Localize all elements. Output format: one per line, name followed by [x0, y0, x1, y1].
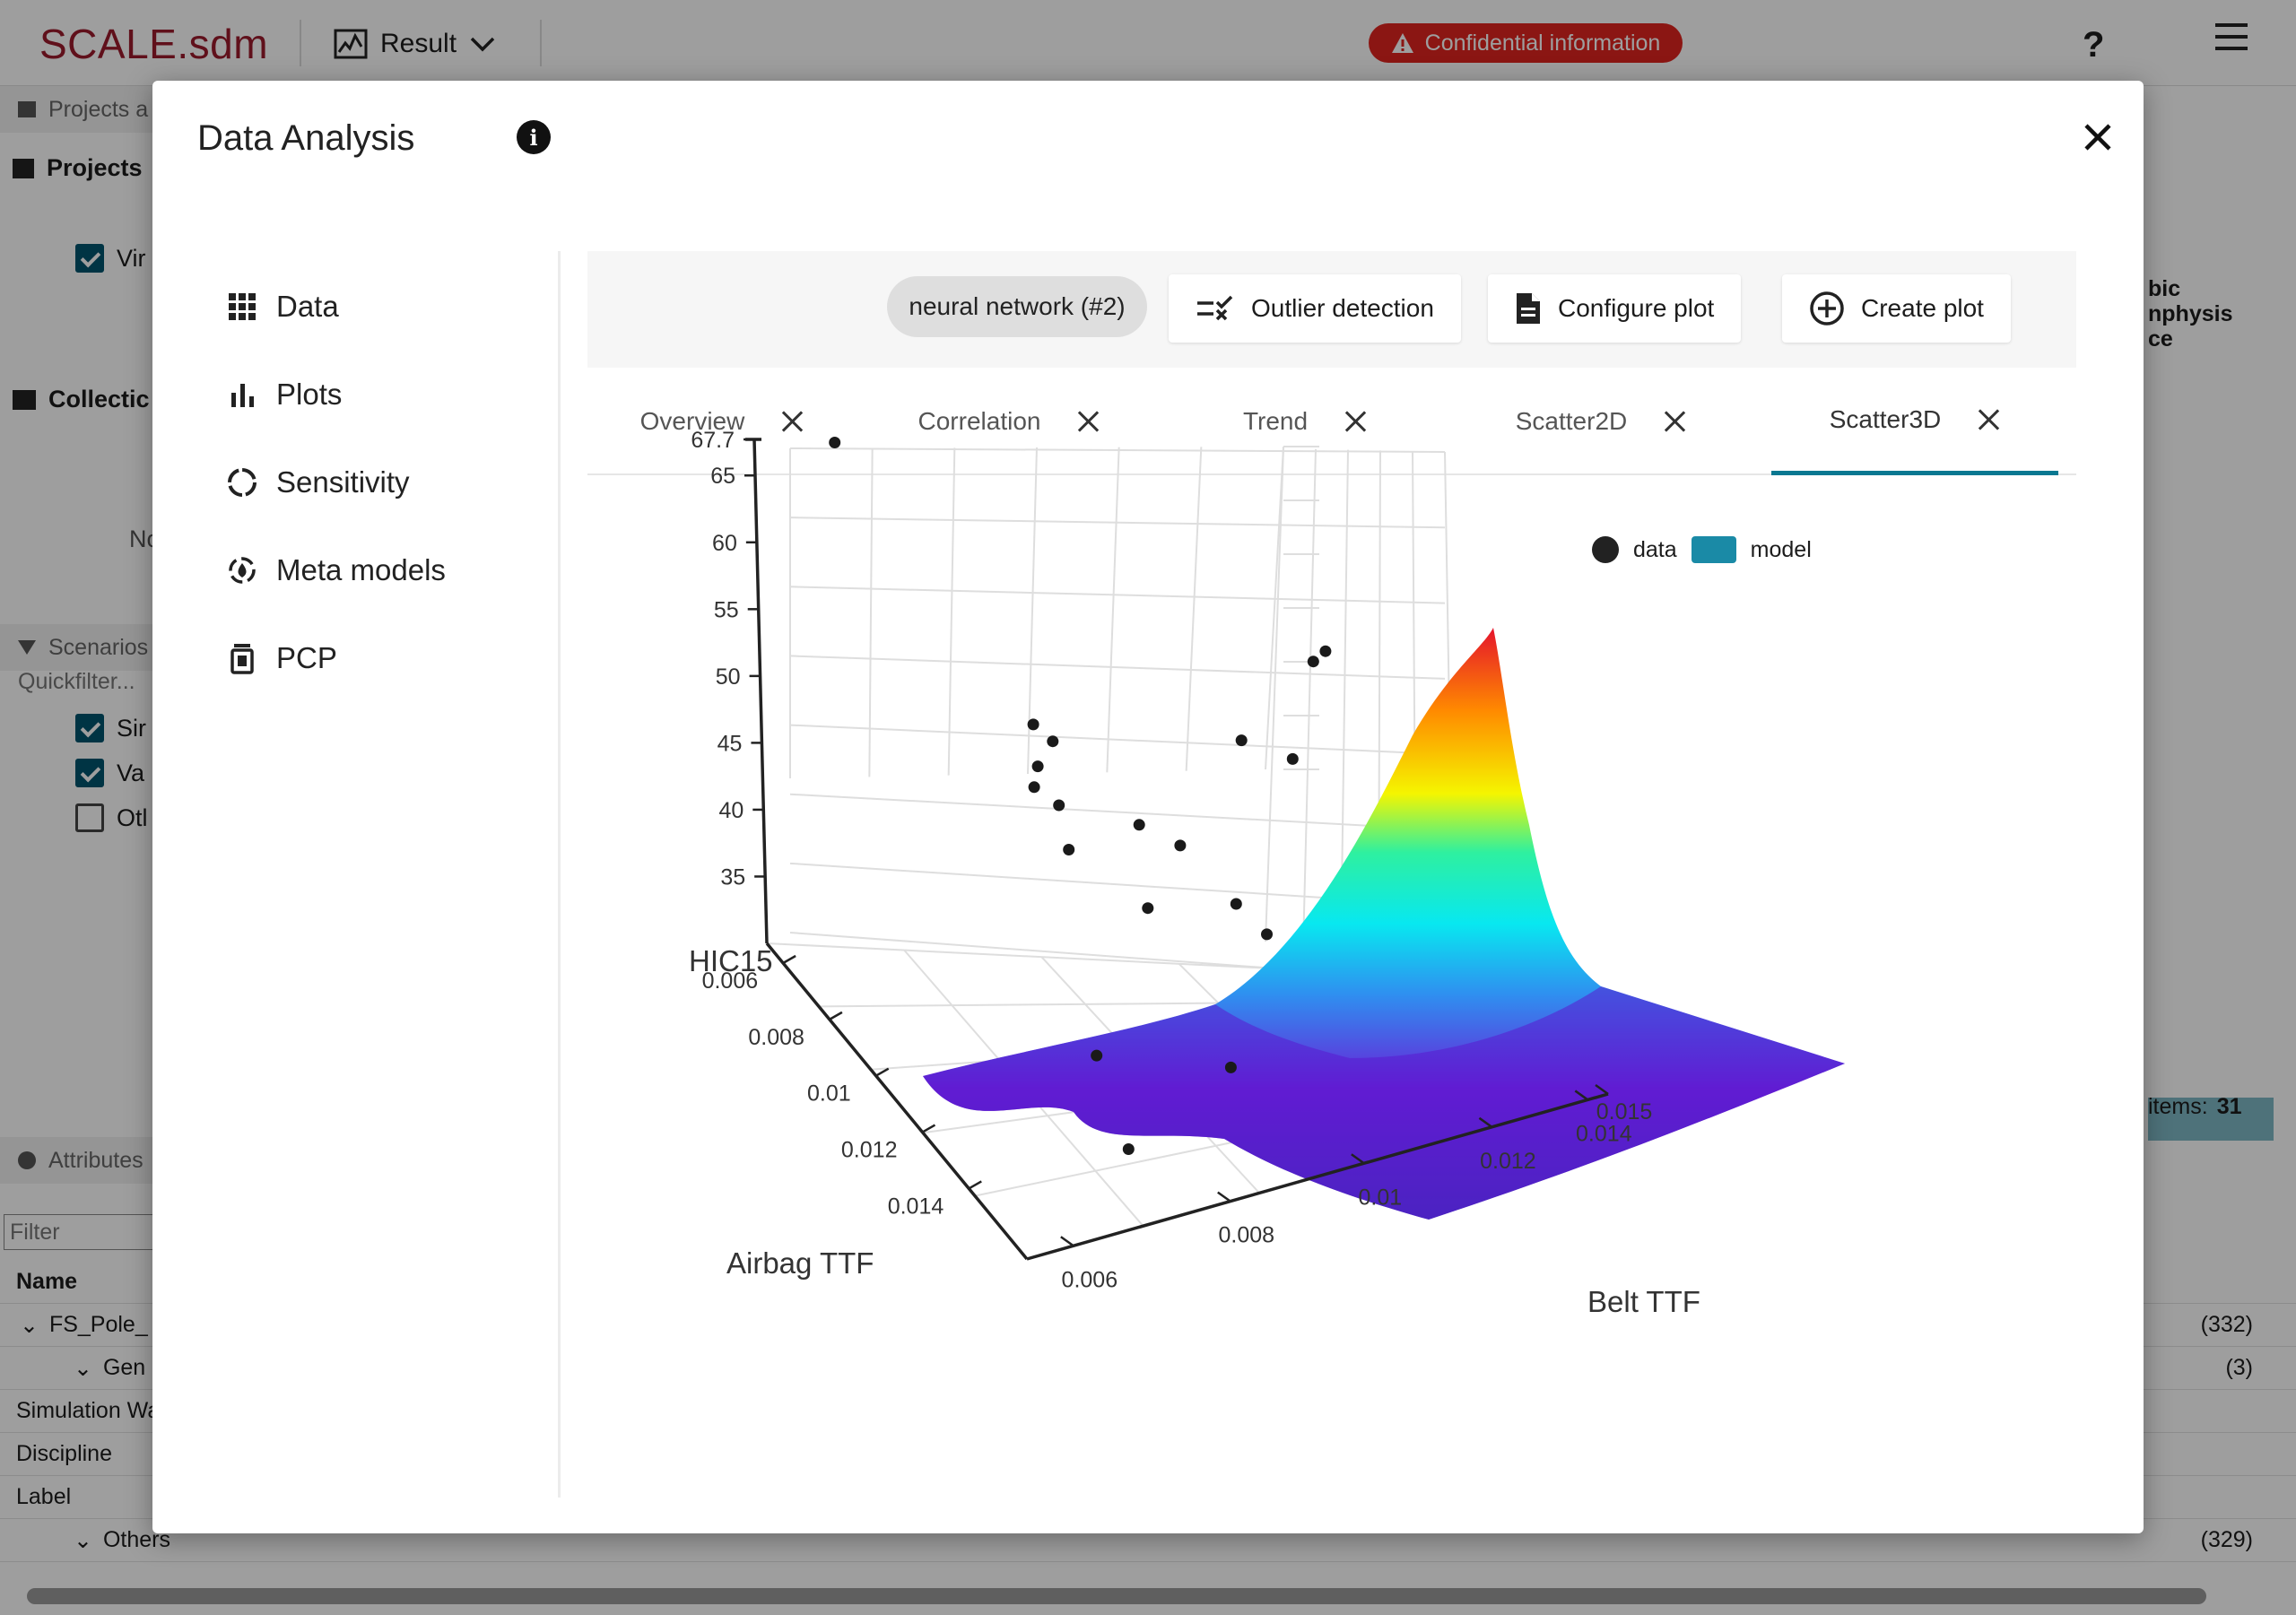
- data-point: [1063, 844, 1075, 855]
- grid-line: [1185, 447, 1203, 771]
- data-point: [1261, 928, 1273, 941]
- x-tick-mark: [968, 1180, 982, 1190]
- nav-item-data[interactable]: Data: [226, 280, 549, 334]
- data-point: [829, 437, 841, 448]
- y-tick-mark: [1217, 1191, 1231, 1203]
- legend-data-marker: [1592, 536, 1619, 563]
- nav-label: PCP: [276, 641, 337, 674]
- y-tick-label: 0.006: [1062, 1267, 1118, 1292]
- data-point: [1235, 734, 1248, 747]
- y-tick-label: 0.008: [1219, 1223, 1275, 1248]
- data-point: [1142, 902, 1154, 915]
- y-tick-label: 0.014: [1576, 1121, 1632, 1146]
- z-tick-label: 50: [716, 664, 741, 690]
- close-icon[interactable]: [2079, 118, 2117, 156]
- nav-label: Sensitivity: [276, 465, 410, 499]
- z-tick-label: 60: [712, 531, 737, 556]
- data-point: [1286, 752, 1299, 765]
- nav-label: Plots: [276, 378, 343, 411]
- x-tick-label: 0.008: [748, 1025, 804, 1050]
- grid-line: [789, 447, 1446, 453]
- grid-line: [1265, 447, 1284, 942]
- nav-item-pcp[interactable]: PCP: [226, 631, 549, 685]
- data-point: [1091, 1049, 1103, 1062]
- y-tick-label: 0.012: [1480, 1149, 1536, 1174]
- data-point: [1053, 799, 1065, 812]
- x-tick-label: 0.014: [888, 1194, 944, 1219]
- nav-label: Meta models: [276, 553, 446, 586]
- bar-chart-icon: [231, 384, 254, 407]
- grid-line: [947, 447, 956, 776]
- data-point: [1122, 1143, 1135, 1155]
- x-tick-label: 0.01: [807, 1081, 851, 1107]
- grid-line: [789, 655, 1446, 680]
- pcp-icon: [230, 644, 254, 674]
- x-axis-label: Airbag TTF: [726, 1246, 874, 1280]
- grid-line: [1302, 448, 1317, 950]
- legend-model-swatch: [1691, 536, 1736, 563]
- y-tick-label: 0.015: [1596, 1099, 1653, 1124]
- z-tick-label: 65: [710, 464, 735, 489]
- y-tick-label: 0.01: [1359, 1185, 1403, 1210]
- scatter3d-chart[interactable]: 35 40 45 50 55 60 65 67.7 0.006 0.008 0.01 0.012 0.0…: [561, 251, 2103, 1498]
- chart-legend: data model: [1592, 536, 1812, 563]
- nav-item-plots[interactable]: Plots: [226, 368, 549, 421]
- x-tick-mark: [829, 1011, 843, 1020]
- grid-line: [1106, 447, 1120, 773]
- z-tick-label: 35: [720, 864, 745, 890]
- grid-line: [1265, 446, 1284, 770]
- sensitivity-icon: [228, 468, 257, 497]
- y-tick-mark: [1060, 1236, 1074, 1247]
- data-point: [1307, 656, 1319, 668]
- nav-label: Data: [276, 290, 339, 323]
- legend-model-label[interactable]: model: [1751, 537, 1812, 563]
- y-axis-label: Belt TTF: [1587, 1285, 1700, 1318]
- meta-model-icon: [229, 557, 256, 584]
- x-tick-label: 0.012: [841, 1138, 898, 1163]
- data-point: [1319, 645, 1332, 657]
- data-point: [1028, 781, 1040, 794]
- data-point: [1047, 735, 1059, 748]
- data-point: [1224, 1061, 1237, 1073]
- z-axis-line: [752, 438, 769, 944]
- data-point: [1027, 718, 1039, 731]
- data-point: [1230, 898, 1242, 910]
- grid-icon: [229, 293, 256, 320]
- legend-data-label[interactable]: data: [1633, 537, 1677, 563]
- nav-item-meta-models[interactable]: Meta models: [226, 543, 549, 597]
- z-tick-label: 40: [718, 798, 744, 823]
- grid-line: [868, 447, 874, 777]
- z-tick-label: 55: [714, 597, 739, 622]
- dialog-title: Data Analysis: [197, 118, 415, 158]
- analysis-content: neural network (#2) Outlier detection Co…: [558, 251, 2100, 1498]
- data-point: [1133, 819, 1145, 831]
- grid-line: [789, 793, 1446, 831]
- z-tick-label: 67.7: [691, 428, 735, 453]
- nav-item-sensitivity[interactable]: Sensitivity: [226, 456, 549, 509]
- data-point: [1174, 839, 1187, 852]
- info-icon[interactable]: i: [517, 120, 551, 154]
- grid-line: [789, 724, 1446, 756]
- x-tick-mark: [782, 954, 796, 965]
- data-analysis-dialog: Data Analysis i Data Plots Sensitivity M…: [152, 81, 2144, 1533]
- data-point: [1031, 760, 1044, 773]
- z-axis-label: HIC15: [689, 944, 773, 977]
- z-tick-label: 45: [718, 731, 743, 756]
